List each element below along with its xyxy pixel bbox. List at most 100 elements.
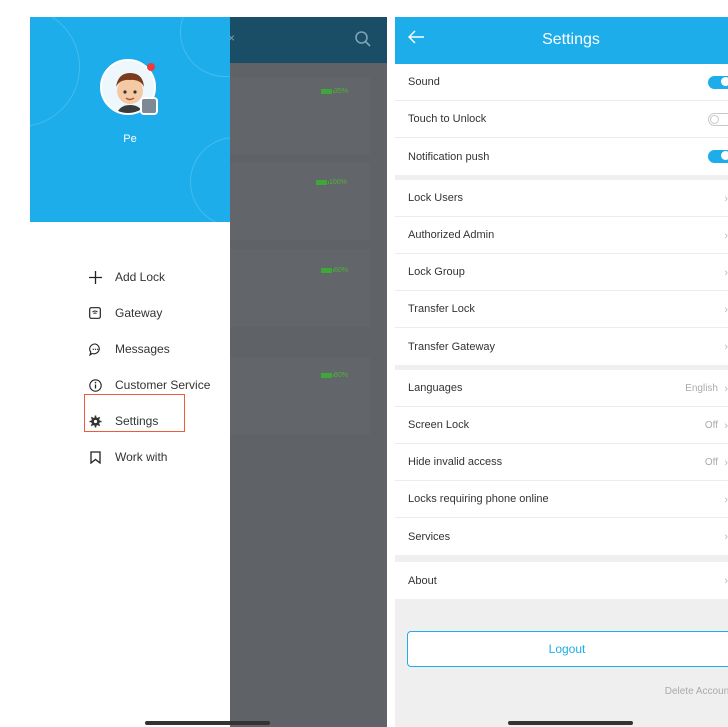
chevron-right-icon: › xyxy=(724,574,728,587)
notification-dot xyxy=(147,63,155,71)
setting-value: Off xyxy=(704,457,718,468)
setting-label: Services xyxy=(408,530,451,543)
battery-indicator: 35% xyxy=(321,88,348,95)
setting-label: Authorized Admin xyxy=(408,229,495,241)
chevron-right-icon: › xyxy=(724,382,728,395)
chevron-right-icon: › xyxy=(724,340,728,353)
settings-highlight-box xyxy=(84,394,185,432)
lock-card[interactable] xyxy=(230,357,370,435)
setting-row-notification-push[interactable]: Notification push xyxy=(395,138,728,175)
user-name: Pe xyxy=(123,133,137,145)
battery-level: 35% xyxy=(334,88,349,95)
setting-label: Locks requiring phone online xyxy=(408,493,549,505)
battery-indicator: 100% xyxy=(316,179,347,186)
battery-level: 100% xyxy=(329,179,347,186)
lock-card[interactable] xyxy=(230,77,370,155)
menu-item-messages[interactable]: Messages xyxy=(88,331,230,367)
overlay-top-bar: × xyxy=(228,17,387,63)
lock-card[interactable] xyxy=(230,162,370,240)
sound-toggle[interactable] xyxy=(708,76,728,89)
setting-value: Off xyxy=(704,420,718,431)
about-group: About › xyxy=(395,562,728,599)
close-icon[interactable]: × xyxy=(228,31,235,45)
chevron-right-icon: › xyxy=(724,266,728,279)
delete-account-link[interactable]: Delete Account xyxy=(665,686,728,697)
navigation-drawer: Pe Add Lock Gateway Messages Customer Se… xyxy=(30,17,230,727)
right-phone-screen: Settings Sound Touch to Unlock Notificat… xyxy=(395,17,728,727)
search-icon[interactable] xyxy=(354,30,372,48)
menu-item-gateway[interactable]: Gateway xyxy=(88,295,230,331)
toggle-settings-group: Sound Touch to Unlock Notification push xyxy=(395,64,728,175)
lock-card[interactable] xyxy=(230,249,370,327)
setting-row-transfer-gateway[interactable]: Transfer Gateway › xyxy=(395,328,728,365)
setting-label: Touch to Unlock xyxy=(408,113,487,125)
menu-item-label: Customer Service xyxy=(115,378,211,392)
setting-row-lock-group[interactable]: Lock Group › xyxy=(395,254,728,291)
plus-icon xyxy=(88,270,102,284)
setting-row-languages[interactable]: Languages English › xyxy=(395,370,728,407)
setting-row-services[interactable]: Services › xyxy=(395,518,728,555)
setting-label: Lock Users xyxy=(408,192,464,204)
lock-management-group: Lock Users › Authorized Admin › Lock Gro… xyxy=(395,180,728,365)
drawer-header: Pe xyxy=(30,17,230,222)
message-icon xyxy=(88,342,102,356)
battery-level: 80% xyxy=(334,372,349,379)
chevron-right-icon: › xyxy=(724,303,728,316)
menu-item-work-with[interactable]: Work with xyxy=(88,439,230,475)
bookmark-icon xyxy=(88,450,102,464)
setting-label: Transfer Lock xyxy=(408,303,475,315)
drawer-menu: Add Lock Gateway Messages Customer Servi… xyxy=(88,259,230,475)
battery-icon xyxy=(321,268,334,273)
setting-label: Sound xyxy=(408,76,440,88)
menu-item-label: Work with xyxy=(115,450,168,464)
page-title: Settings xyxy=(542,31,600,48)
setting-label: Lock Group xyxy=(408,266,465,278)
setting-row-lock-users[interactable]: Lock Users › xyxy=(395,180,728,217)
battery-indicator: 60% xyxy=(321,267,348,274)
touch-to-unlock-toggle[interactable] xyxy=(708,113,728,126)
settings-header: Settings xyxy=(395,17,728,64)
menu-item-label: Gateway xyxy=(115,306,163,320)
battery-icon xyxy=(321,373,334,378)
decorative-circle xyxy=(190,137,230,222)
chevron-right-icon: › xyxy=(724,456,728,469)
setting-value: English xyxy=(685,383,718,394)
edit-avatar-icon[interactable] xyxy=(140,97,158,115)
setting-label: Screen Lock xyxy=(408,419,470,431)
home-indicator xyxy=(145,721,270,725)
dimmed-lock-list-overlay[interactable]: × 35% 100% 60% 80% xyxy=(228,17,387,727)
chevron-right-icon: › xyxy=(724,530,728,543)
chevron-right-icon: › xyxy=(724,419,728,432)
notification-push-toggle[interactable] xyxy=(708,150,728,163)
setting-label: About xyxy=(408,574,437,587)
menu-item-label: Add Lock xyxy=(115,270,166,284)
chevron-right-icon: › xyxy=(724,493,728,506)
preferences-group: Languages English › Screen Lock Off › Hi… xyxy=(395,370,728,555)
setting-label: Transfer Gateway xyxy=(408,340,496,353)
setting-row-sound[interactable]: Sound xyxy=(395,64,728,101)
setting-row-touch-to-unlock[interactable]: Touch to Unlock xyxy=(395,101,728,138)
setting-row-about[interactable]: About › xyxy=(395,562,728,599)
decorative-circle xyxy=(180,17,230,77)
setting-label: Notification push xyxy=(408,150,490,163)
setting-row-hide-invalid-access[interactable]: Hide invalid access Off › xyxy=(395,444,728,481)
logout-button[interactable]: Logout xyxy=(407,631,728,667)
setting-label: Languages xyxy=(408,382,463,394)
info-icon xyxy=(88,378,102,392)
battery-level: 60% xyxy=(334,267,349,274)
battery-icon xyxy=(316,180,329,185)
setting-row-locks-requiring-phone-online[interactable]: Locks requiring phone online › xyxy=(395,481,728,518)
setting-label: Hide invalid access xyxy=(408,456,503,468)
battery-indicator: 80% xyxy=(321,372,348,379)
gateway-icon xyxy=(88,306,102,320)
chevron-right-icon: › xyxy=(724,192,728,205)
setting-row-transfer-lock[interactable]: Transfer Lock › xyxy=(395,291,728,328)
home-indicator xyxy=(508,721,633,725)
setting-row-screen-lock[interactable]: Screen Lock Off › xyxy=(395,407,728,444)
setting-row-authorized-admin[interactable]: Authorized Admin › xyxy=(395,217,728,254)
battery-icon xyxy=(321,89,334,94)
menu-item-add-lock[interactable]: Add Lock xyxy=(88,259,230,295)
decorative-circle xyxy=(30,17,80,127)
left-phone-screen: Pe Add Lock Gateway Messages Customer Se… xyxy=(30,17,387,727)
menu-item-label: Messages xyxy=(115,342,170,356)
